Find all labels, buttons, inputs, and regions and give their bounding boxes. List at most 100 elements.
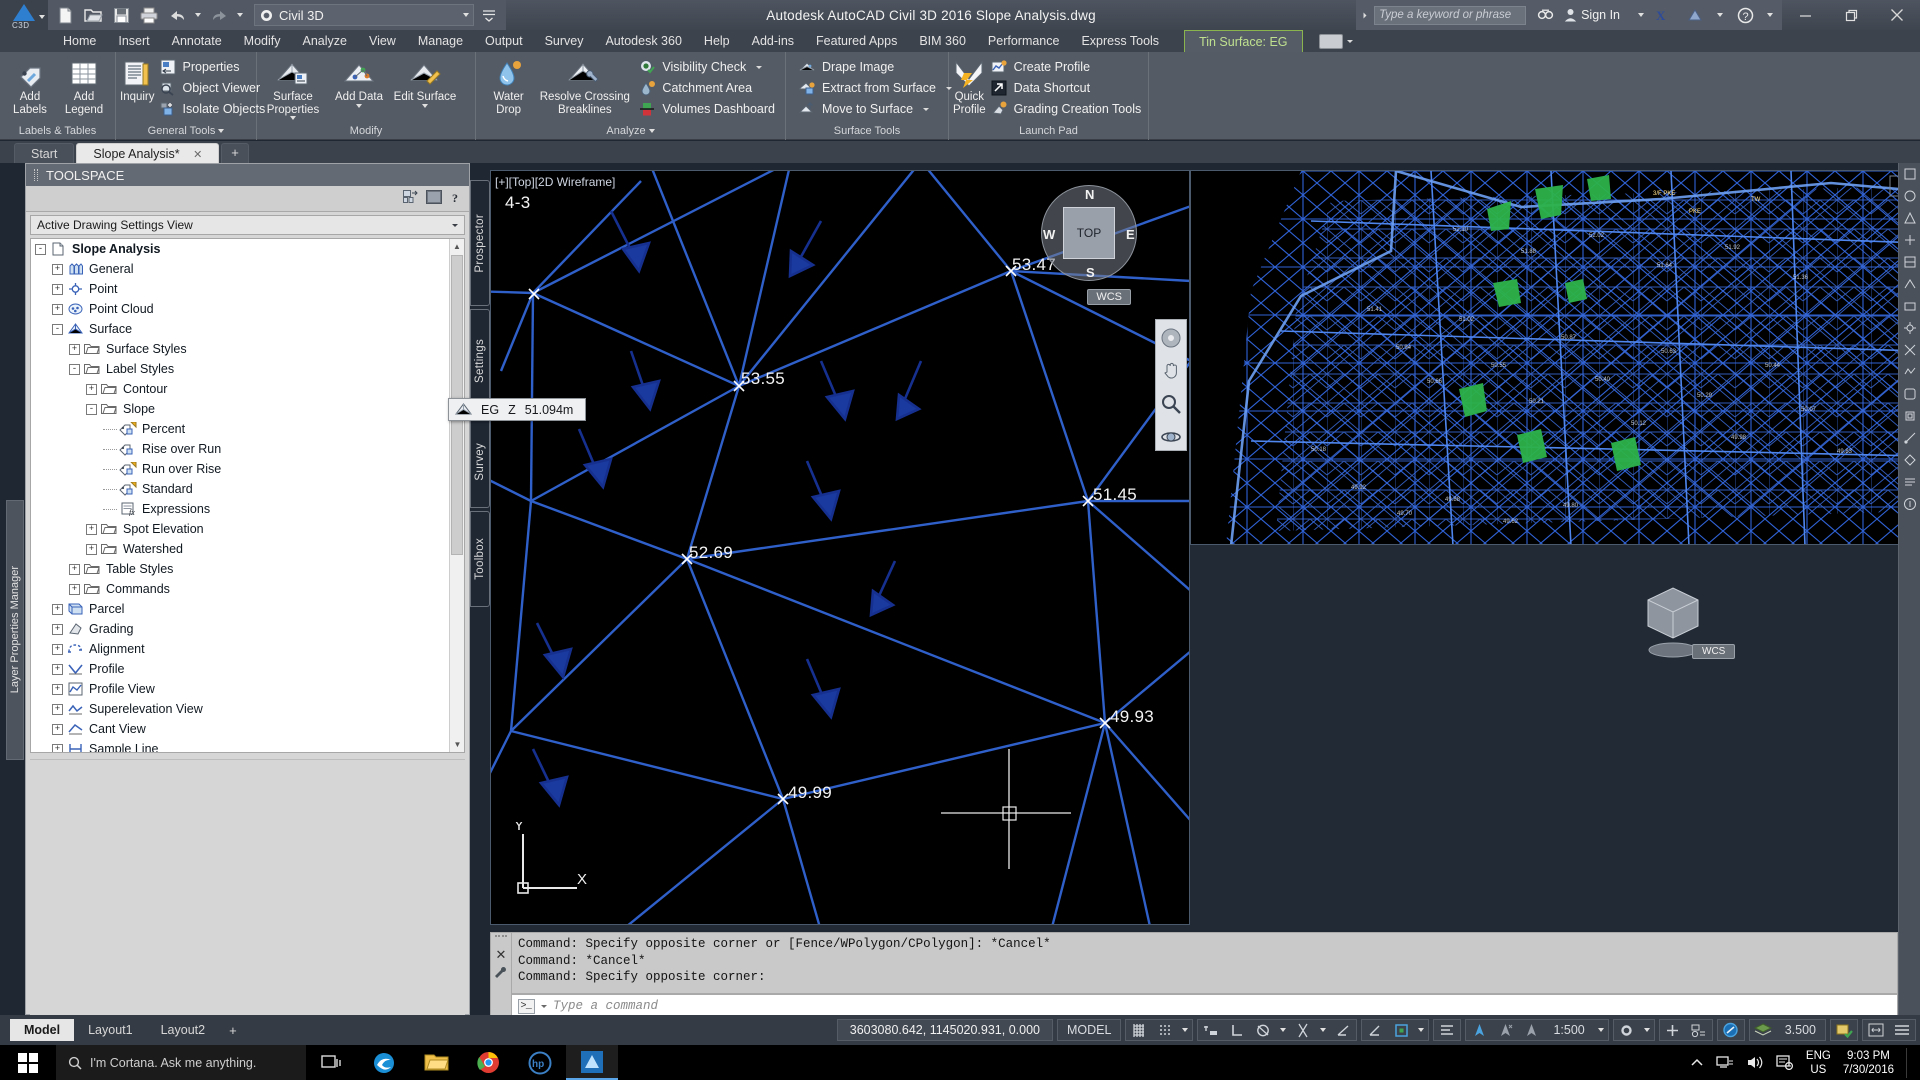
help-icon[interactable]: ? xyxy=(1732,3,1758,27)
view-cube-east[interactable]: E xyxy=(1126,227,1135,242)
chevron-down-icon[interactable] xyxy=(356,103,362,108)
ribbon-tab-featured-apps[interactable]: Featured Apps xyxy=(805,30,908,52)
annotation-scale-value[interactable]: 1:500 xyxy=(1544,1019,1593,1041)
inquiry-button[interactable]: Inquiry xyxy=(120,55,155,104)
ribbon-tab-performance[interactable]: Performance xyxy=(977,30,1071,52)
extract-from-surface-button[interactable]: Extract from Surface xyxy=(796,78,958,98)
ribbon-tab-output[interactable]: Output xyxy=(474,30,534,52)
expand-toggle-icon[interactable]: + xyxy=(52,703,63,715)
tree-item[interactable]: - Slope xyxy=(31,399,464,419)
layout-tab-model[interactable]: Model xyxy=(10,1019,75,1041)
auto-scale-icon[interactable] xyxy=(1492,1019,1518,1041)
toolspace-title-bar[interactable]: TOOLSPACE xyxy=(26,164,469,186)
visibility-check-button[interactable]: Visibility Check xyxy=(636,57,781,77)
tree-item[interactable]: + Profile View xyxy=(31,679,464,699)
toolbar-icon-13[interactable] xyxy=(1899,427,1920,449)
move-to-surface-button[interactable]: Move to Surface xyxy=(796,99,958,119)
drape-image-button[interactable]: Drape Image xyxy=(796,57,958,77)
new-icon[interactable] xyxy=(52,3,78,27)
tree-item[interactable]: + Alignment xyxy=(31,639,464,659)
tree-item[interactable]: + Point xyxy=(31,279,464,299)
toolbar-icon-3[interactable] xyxy=(1899,207,1920,229)
annotation-monitor-icon[interactable] xyxy=(1434,1019,1460,1041)
help-dropdown-icon[interactable] xyxy=(1764,3,1776,27)
qat-overflow-icon[interactable] xyxy=(476,3,502,27)
tree-item[interactable]: + Table Styles xyxy=(31,559,464,579)
add-button-icon[interactable] xyxy=(1660,1019,1686,1041)
toolbar-icon-4[interactable] xyxy=(1899,229,1920,251)
plot-icon[interactable] xyxy=(136,3,162,27)
layer-icon[interactable] xyxy=(1750,1019,1776,1041)
chevron-down-icon[interactable] xyxy=(756,65,763,69)
expand-toggle-icon[interactable]: + xyxy=(52,263,63,275)
ribbon-tab-home[interactable]: Home xyxy=(52,30,107,52)
resolve-crossing-breaklines-button[interactable]: Resolve Crossing Breaklines xyxy=(539,55,630,116)
layer-properties-manager-panel[interactable]: Layer Properties Manager xyxy=(6,500,24,760)
show-desktop-button[interactable] xyxy=(1906,1047,1910,1078)
layout-tab-layout1[interactable]: Layout1 xyxy=(74,1019,146,1041)
document-tab-start[interactable]: Start xyxy=(14,143,75,163)
polar-dropdown-icon[interactable] xyxy=(1276,1019,1290,1041)
catchment-area-button[interactable]: Catchment Area xyxy=(636,78,781,98)
expand-toggle-icon[interactable]: + xyxy=(52,623,63,635)
expand-toggle-icon[interactable]: + xyxy=(86,543,97,555)
toolspace-settings-tree[interactable]: - Slope Analysis + General + Point + Point Clou… xyxy=(30,238,465,753)
toolbar-icon-15[interactable] xyxy=(1899,471,1920,493)
autodesk-a360-icon[interactable] xyxy=(1682,3,1708,27)
workspace-switching-icon[interactable] xyxy=(1614,1019,1640,1041)
ucs-selector[interactable]: WCS xyxy=(1087,289,1131,305)
collapse-toggle-icon[interactable]: - xyxy=(52,323,63,335)
expand-toggle-icon[interactable]: + xyxy=(86,523,97,535)
toolbar-icon-2[interactable] xyxy=(1899,185,1920,207)
data-shortcut-button[interactable]: Data Shortcut xyxy=(988,78,1148,98)
view-cube-south[interactable]: S xyxy=(1086,265,1095,280)
undo-dropdown-icon[interactable] xyxy=(192,3,204,27)
clock[interactable]: 9:03 PM 7/30/2016 xyxy=(1843,1049,1894,1077)
toolbar-icon-7[interactable] xyxy=(1899,295,1920,317)
view-cube-north[interactable]: N xyxy=(1085,187,1094,202)
panel-layout-icon[interactable] xyxy=(403,190,419,207)
isolate-objects-button[interactable]: Isolate Objects xyxy=(157,99,272,119)
tree-item[interactable]: fx Expressions xyxy=(31,499,464,519)
tree-item[interactable]: + Surface Styles xyxy=(31,339,464,359)
taskbar-app-civil3d[interactable] xyxy=(566,1045,618,1080)
properties-button[interactable]: Properties xyxy=(157,57,272,77)
toolspace-tab-prospector[interactable]: Prospector xyxy=(470,180,490,306)
scroll-down-icon[interactable]: ▼ xyxy=(450,737,464,752)
quick-profile-button[interactable]: Quick Profile xyxy=(953,55,986,116)
annotation-scale-list-icon[interactable] xyxy=(1518,1019,1544,1041)
chevron-down-icon[interactable] xyxy=(923,107,930,111)
ribbon-tab-analyze[interactable]: Analyze xyxy=(291,30,357,52)
expand-toggle-icon[interactable]: + xyxy=(69,583,80,595)
expand-toggle-icon[interactable]: + xyxy=(52,683,63,695)
drawing-check-icon[interactable] xyxy=(1831,1019,1857,1041)
ribbon-tab-view[interactable]: View xyxy=(358,30,407,52)
tree-item[interactable]: - Surface xyxy=(31,319,464,339)
grading-creation-tools-button[interactable]: Grading Creation Tools xyxy=(988,99,1148,119)
customize-icon[interactable] xyxy=(491,967,511,983)
polar-tracking-icon[interactable] xyxy=(1250,1019,1276,1041)
expand-toggle-icon[interactable]: + xyxy=(69,343,80,355)
expand-toggle-icon[interactable]: + xyxy=(52,283,63,295)
customization-icon[interactable] xyxy=(1889,1019,1915,1041)
lineweight-value[interactable]: 3.500 xyxy=(1776,1019,1825,1041)
toolbar-icon-9[interactable] xyxy=(1899,339,1920,361)
chevron-down-icon[interactable] xyxy=(452,223,458,227)
document-tab-slope-analysis[interactable]: Slope Analysis* ✕ xyxy=(76,143,220,163)
tree-item[interactable]: + Cant View xyxy=(31,719,464,739)
tree-item[interactable]: - Label Styles xyxy=(31,359,464,379)
isolate-objects-status-icon[interactable] xyxy=(1686,1019,1712,1041)
redo-dropdown-icon[interactable] xyxy=(234,3,246,27)
cortana-search-box[interactable]: I'm Cortana. Ask me anything. xyxy=(56,1045,306,1080)
view-cube[interactable]: N E S W TOP xyxy=(1041,185,1137,281)
coordinates-readout[interactable]: 3603080.642, 1145020.931, 0.000 xyxy=(836,1019,1053,1041)
add-data-button[interactable]: Add Data xyxy=(327,55,391,108)
ribbon-minimize-control[interactable] xyxy=(1318,33,1353,49)
object-snap-tracking-icon[interactable] xyxy=(1330,1019,1356,1041)
snap-dropdown-icon[interactable] xyxy=(1178,1019,1192,1041)
edit-surface-button[interactable]: Edit Surface xyxy=(393,55,457,108)
minimize-button[interactable] xyxy=(1782,0,1828,30)
tree-item[interactable]: + Grading xyxy=(31,619,464,639)
expand-toggle-icon[interactable]: + xyxy=(52,643,63,655)
chevron-down-icon[interactable] xyxy=(463,13,469,17)
